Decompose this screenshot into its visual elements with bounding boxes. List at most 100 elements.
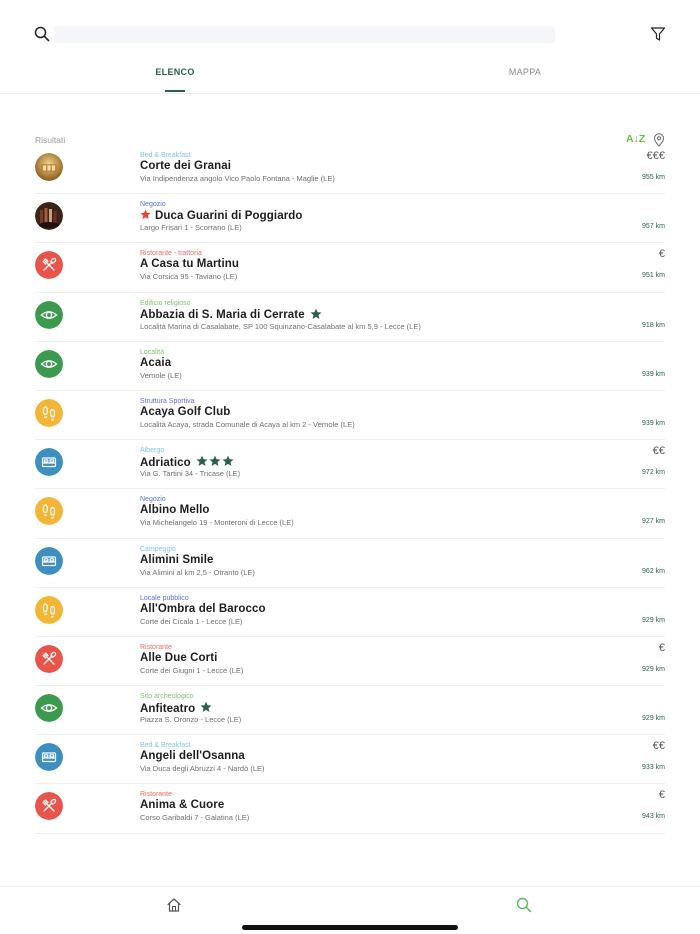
- item-name-text: Corte dei Granai: [140, 160, 232, 172]
- item-address: Vernole (LE): [140, 370, 182, 380]
- item-category: Locale pubblico: [140, 594, 189, 602]
- item-address: Via Indipendenza angolo Vico Paolo Fonta…: [140, 174, 335, 183]
- list-item[interactable]: Ristorante Anima & Cuore Corso Garibaldi 7…: [35, 784, 665, 834]
- list-item[interactable]: Albergo Adriatico Via G. Tartini 34 - Tric…: [35, 440, 665, 490]
- bottom-nav: [0, 886, 700, 934]
- list-item[interactable]: Campeggio Alimini Smile Via Alimini al km …: [35, 539, 665, 588]
- item-category: Albergo: [140, 447, 165, 455]
- item-name: Anfiteatro: [140, 701, 212, 716]
- featured-star-icon: [140, 209, 151, 223]
- thumbnail-image: [35, 202, 63, 231]
- item-category: Sito archeologico: [140, 693, 194, 701]
- item-address: Corso Garibaldi 7 - Galatina (LE): [140, 813, 250, 823]
- list-item[interactable]: Località Acaia Vernole (LE) 939 km: [35, 342, 665, 391]
- item-distance: 962 km: [642, 567, 665, 575]
- footprints-icon: [35, 398, 63, 427]
- list-item[interactable]: Edificio religioso Abbazia di S. Maria di…: [35, 293, 665, 342]
- active-tab-indicator: [165, 90, 185, 92]
- rating-stars: [310, 308, 322, 323]
- item-distance: 939 km: [642, 370, 665, 378]
- item-price: €: [658, 248, 665, 261]
- item-name: Duca Guarini di Poggiardo: [140, 209, 303, 223]
- bed-icon: [35, 546, 63, 575]
- item-name-text: A Casa tu Martinu: [140, 258, 240, 271]
- list-item[interactable]: Struttura Sportiva Acaya Golf Club Localit…: [35, 391, 665, 441]
- item-price: €€€: [646, 150, 665, 162]
- home-indicator: [242, 925, 458, 930]
- list-item[interactable]: Ristorante Alle Due Corti Corte dei Giugni…: [35, 637, 665, 687]
- star-icon: [222, 455, 234, 470]
- results-label: Risultati: [35, 135, 66, 145]
- item-distance: 951 km: [642, 272, 665, 280]
- item-name: Abbazia di S. Maria di Cerrate: [140, 308, 322, 323]
- home-icon[interactable]: [166, 897, 182, 913]
- item-name: Acaia: [140, 357, 171, 369]
- item-name: Alimini Smile: [140, 554, 214, 566]
- sort-az-button[interactable]: A↓Z: [626, 133, 645, 145]
- item-category: Struttura Sportiva: [140, 397, 195, 405]
- top-bar: [0, 0, 700, 62]
- list-item[interactable]: Bed & Breakfast Corte dei Granai Via Indip…: [35, 145, 665, 195]
- list-item[interactable]: Negozio Albino Mello Via Michelangelo 19 -…: [35, 489, 665, 539]
- list-item[interactable]: Bed & Breakfast Angeli dell'Osanna Via Duc…: [35, 735, 665, 785]
- filter-icon[interactable]: [650, 26, 666, 42]
- item-name-text: Alle Due Corti: [140, 651, 218, 664]
- item-category: Negozio: [140, 201, 166, 209]
- tab-mappa[interactable]: MAPPA: [480, 67, 570, 77]
- item-address: Via Alimini al km 2,5 - Otranto (LE): [140, 567, 255, 577]
- cutlery-icon: [35, 644, 63, 673]
- star-icon: [200, 701, 212, 716]
- star-icon: [209, 455, 221, 470]
- item-address: Corte dei Cicala 1 - Lecce (LE): [140, 616, 243, 626]
- item-category: Località: [140, 348, 165, 356]
- item-distance: 918 km: [642, 321, 665, 329]
- list-item[interactable]: Negozio Duca Guarini di Poggiardo Largo Fr…: [35, 194, 665, 244]
- cutlery-icon: [35, 251, 63, 280]
- item-name: Corte dei Granai: [140, 160, 231, 172]
- item-name: Acaya Golf Club: [140, 406, 230, 418]
- item-distance: 929 km: [642, 616, 665, 624]
- item-name: Angeli dell'Osanna: [140, 750, 245, 762]
- item-price: €€: [652, 445, 665, 458]
- item-category: Ristorante - trattoria: [140, 250, 202, 258]
- list-item[interactable]: Locale pubblico All'Ombra del Barocco Cort…: [35, 588, 665, 637]
- item-name-text: Abbazia di S. Maria di Cerrate: [140, 309, 305, 322]
- item-address: Località Marina di Casalabate, SP 100 Sq…: [140, 321, 421, 331]
- footprints-icon: [35, 595, 63, 624]
- item-address: Via Corsica 95 - Taviano (LE): [140, 272, 238, 282]
- item-price: €€: [652, 740, 665, 753]
- footprints-icon: [35, 497, 63, 526]
- item-name-text: Acaia: [140, 356, 172, 369]
- search-icon[interactable]: [34, 26, 50, 42]
- item-name: Adriatico: [140, 455, 234, 470]
- item-category: Bed & Breakfast: [140, 152, 191, 159]
- search-tab-icon[interactable]: [516, 897, 532, 913]
- item-distance: 972 km: [642, 469, 665, 477]
- item-name-text: Acaya Golf Club: [140, 405, 231, 418]
- bed-icon: [35, 448, 63, 477]
- item-name: Alle Due Corti: [140, 652, 217, 664]
- rating-stars: [200, 701, 212, 716]
- bed-icon: [35, 743, 63, 772]
- item-category: Bed & Breakfast: [140, 742, 191, 750]
- item-address: Via Duca degli Abruzzi 4 - Nardò (LE): [140, 764, 265, 774]
- eye-icon: [35, 349, 63, 378]
- item-name-text: Adriatico: [140, 456, 191, 469]
- item-distance: 927 km: [642, 518, 665, 526]
- view-tabs: ELENCO MAPPA: [0, 60, 700, 94]
- item-name-text: Duca Guarini di Poggiardo: [155, 210, 303, 223]
- item-name-text: Anima & Cuore: [140, 799, 225, 812]
- list-item[interactable]: Sito archeologico Anfiteatro Piazza S. Oro…: [35, 686, 665, 736]
- eye-icon: [35, 694, 63, 723]
- item-category: Campeggio: [140, 545, 176, 553]
- item-distance: 929 km: [642, 715, 665, 723]
- item-category: Ristorante: [140, 791, 172, 799]
- list-item[interactable]: Ristorante - trattoria A Casa tu Martinu V…: [35, 243, 665, 293]
- item-name-text: Alimini Smile: [140, 553, 214, 566]
- item-category: Ristorante: [140, 643, 172, 651]
- item-name-text: Albino Mello: [140, 504, 210, 517]
- search-input[interactable]: [54, 26, 555, 43]
- item-name: All'Ombra del Barocco: [140, 603, 266, 615]
- item-name-text: Anfiteatro: [140, 702, 196, 715]
- tab-elenco[interactable]: ELENCO: [130, 67, 220, 77]
